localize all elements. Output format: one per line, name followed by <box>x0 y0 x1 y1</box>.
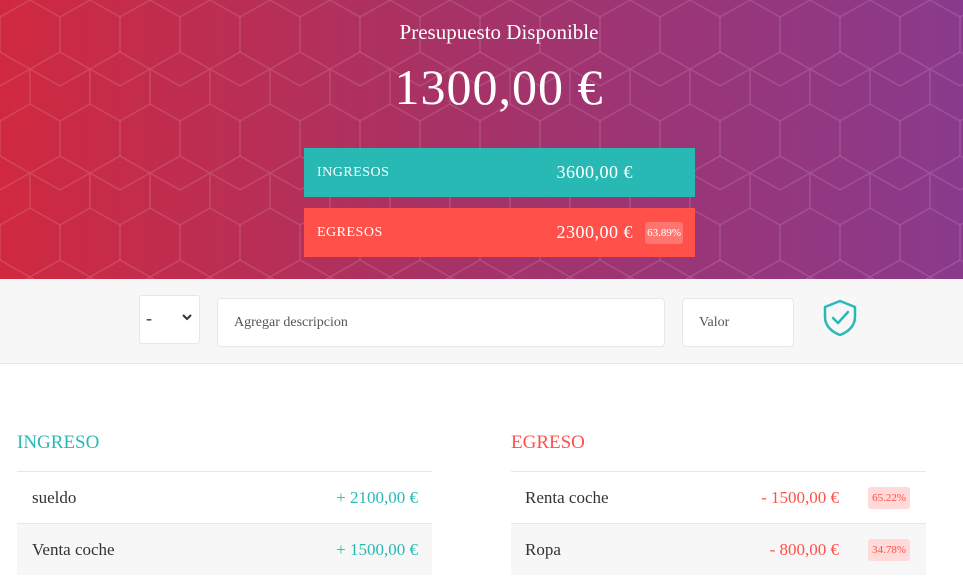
add-item-button[interactable] <box>821 298 859 338</box>
expense-summary-label: EGRESOS <box>317 225 383 240</box>
item-percentage: 34.78% <box>868 539 910 561</box>
expense-list-title: EGRESO <box>511 432 585 453</box>
income-summary-label: INGRESOS <box>317 165 390 180</box>
item-value: - 800,00 € <box>769 540 839 559</box>
list-item[interactable]: Venta coche + 1500,00 € <box>17 523 432 575</box>
chevron-down-icon <box>182 314 192 321</box>
expense-summary-value: 2300,00 € <box>556 222 633 242</box>
type-select-value: - <box>146 308 152 328</box>
income-summary-value: 3600,00 € <box>556 162 633 182</box>
item-percentage: 65.22% <box>868 487 910 509</box>
description-input[interactable] <box>217 298 665 347</box>
type-select[interactable]: - <box>139 295 200 344</box>
item-value: + 1500,00 € <box>336 540 418 559</box>
item-description: Venta coche <box>32 540 115 559</box>
income-list-title: INGRESO <box>17 432 100 453</box>
item-description: sueldo <box>32 488 77 507</box>
budget-title: Presupuesto Disponible <box>399 20 599 44</box>
item-value: + 2100,00 € <box>336 488 418 507</box>
list-item[interactable]: Ropa - 800,00 € 34.78% <box>511 523 926 575</box>
expense-summary-percentage: 63.89% <box>645 222 683 244</box>
budget-value: 1300,00 € <box>394 59 604 115</box>
item-value: - 1500,00 € <box>761 488 839 507</box>
list-item[interactable]: Renta coche - 1500,00 € 65.22% <box>511 471 926 523</box>
add-item-bar: - <box>0 279 963 364</box>
item-description: Ropa <box>525 540 561 559</box>
income-summary: INGRESOS 3600,00 € <box>304 148 695 197</box>
value-input[interactable] <box>682 298 794 347</box>
expense-list: Renta coche - 1500,00 € 65.22% Ropa - 80… <box>511 471 926 575</box>
expense-summary: EGRESOS 2300,00 € 63.89% <box>304 208 695 257</box>
income-list: sueldo + 2100,00 € Venta coche + 1500,00… <box>17 471 432 575</box>
budget-header: Presupuesto Disponible 1300,00 € INGRESO… <box>0 0 963 279</box>
list-item[interactable]: sueldo + 2100,00 € <box>17 471 432 523</box>
item-description: Renta coche <box>525 488 609 507</box>
shield-check-icon <box>823 299 857 337</box>
